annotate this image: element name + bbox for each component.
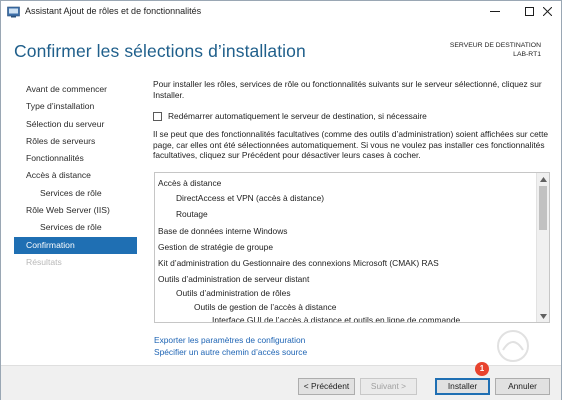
close-icon — [542, 6, 552, 16]
minimize-icon — [490, 11, 500, 12]
list-item: DirectAccess et VPN (accès à distance) — [176, 193, 325, 203]
step-number-badge: 1 — [475, 362, 489, 376]
page-title: Confirmer les sélections d’installation — [14, 41, 306, 61]
list-item: Interface GUI de l’accès à distance et o… — [212, 315, 461, 323]
chevron-down-icon — [539, 313, 547, 319]
cancel-button[interactable]: Annuler — [495, 378, 550, 395]
close-button[interactable] — [531, 1, 562, 21]
step-confirmation[interactable]: Confirmation — [14, 236, 137, 254]
window-title: Assistant Ajout de rôles et de fonctionn… — [25, 6, 202, 16]
wizard-steps-sidebar: Avant de commencer Type d’installation S… — [14, 81, 137, 271]
step-server-selection[interactable]: Sélection du serveur — [14, 116, 137, 133]
list-item: Outils de gestion de l’accès à distance — [194, 302, 337, 312]
main-content: Pour installer les rôles, services de rô… — [153, 79, 551, 160]
destination-server: SERVEUR DE DESTINATION LAB-RT1 — [450, 41, 541, 59]
selected-features-list[interactable]: Accès à distance DirectAccess et VPN (ac… — [154, 172, 550, 323]
minimize-button[interactable] — [479, 1, 511, 21]
scrollbar-thumb[interactable] — [539, 186, 547, 230]
step-remote-access-role-services[interactable]: Services de rôle — [14, 185, 137, 202]
step-remote-access[interactable]: Accès à distance — [14, 167, 137, 184]
scroll-up-button[interactable] — [537, 173, 549, 185]
wizard-window: Assistant Ajout de rôles et de fonctionn… — [0, 0, 562, 400]
list-item: Routage — [176, 209, 208, 219]
step-before-you-begin[interactable]: Avant de commencer — [14, 81, 137, 98]
step-web-server-role[interactable]: Rôle Web Server (IIS) — [14, 202, 137, 219]
destination-name: LAB-RT1 — [513, 51, 541, 58]
restart-checkbox[interactable] — [153, 111, 162, 121]
title-bar: Assistant Ajout de rôles et de fonctionn… — [1, 1, 561, 23]
step-web-server-role-services[interactable]: Services de rôle — [14, 219, 137, 236]
step-server-roles[interactable]: Rôles de serveurs — [14, 133, 137, 150]
list-item: Outils d’administration de rôles — [176, 288, 291, 298]
alternate-source-link[interactable]: Spécifier un autre chemin d’accès source — [154, 347, 307, 357]
vertical-scrollbar[interactable] — [536, 173, 549, 322]
server-manager-icon — [7, 6, 20, 18]
intro-text: Pour installer les rôles, services de rô… — [153, 79, 542, 100]
previous-button[interactable]: < Précédent — [298, 378, 355, 395]
optional-features-note: Il se peut que des fonctionnalités facul… — [153, 129, 549, 160]
chevron-up-icon — [539, 176, 547, 182]
install-button[interactable]: Installer — [435, 378, 490, 395]
step-installation-type[interactable]: Type d’installation — [14, 98, 137, 115]
restart-checkbox-label[interactable]: Redémarrer automatiquement le serveur de… — [168, 111, 427, 121]
destination-label: SERVEUR DE DESTINATION — [449, 42, 541, 49]
list-item: Kit d’administration du Gestionnaire des… — [158, 258, 439, 268]
list-item: Base de données interne Windows — [158, 226, 288, 236]
list-item: Gestion de stratégie de groupe — [158, 242, 274, 252]
scroll-down-button[interactable] — [537, 310, 549, 322]
watermark-logo-icon — [497, 330, 529, 362]
next-button: Suivant > — [360, 378, 417, 395]
list-item: Accès à distance — [158, 178, 222, 188]
restart-option[interactable]: Redémarrer automatiquement le serveur de… — [153, 111, 427, 121]
step-features[interactable]: Fonctionnalités — [14, 150, 137, 167]
step-results: Résultats — [26, 256, 62, 267]
export-settings-link[interactable]: Exporter les paramètres de configuration — [154, 335, 305, 345]
list-item: Outils d’administration de serveur dista… — [158, 274, 310, 284]
